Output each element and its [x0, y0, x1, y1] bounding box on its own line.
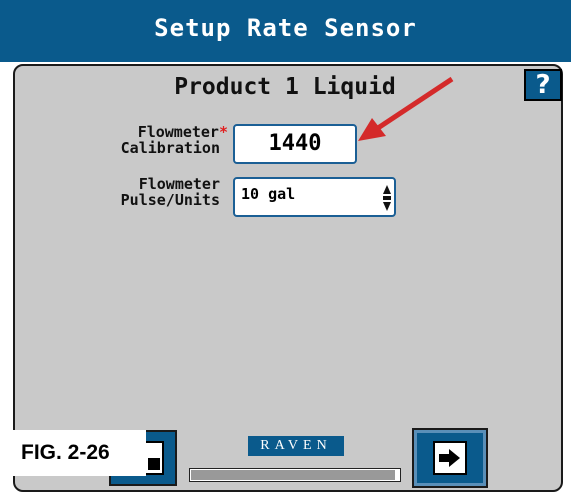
flowmeter-pulse-units-value: 10 gal — [241, 185, 296, 203]
spinner-arrows-icon[interactable] — [382, 183, 392, 213]
product-title: Product 1 Liquid — [174, 74, 396, 100]
figure-label: FIG. 2-26 — [13, 430, 146, 476]
help-button[interactable]: ? — [524, 69, 562, 101]
required-marker: * — [218, 123, 228, 141]
next-page-button[interactable] — [412, 428, 488, 488]
flowmeter-calibration-field[interactable]: 1440 — [233, 124, 357, 164]
flowmeter-calibration-label: Flowmeter* Calibration — [48, 124, 228, 156]
flowmeter-pulse-units-select[interactable]: 10 gal — [233, 177, 396, 217]
title-bar: Setup Rate Sensor — [0, 0, 571, 62]
progress-fill — [191, 470, 395, 480]
flowmeter-pulse-units-label-line2: Pulse/Units — [120, 191, 220, 209]
help-icon: ? — [535, 70, 551, 100]
next-page-icon — [433, 441, 467, 475]
flowmeter-pulse-units-label: Flowmeter Pulse/Units — [48, 176, 220, 208]
raven-logo: RAVEN — [248, 436, 344, 456]
page-title: Setup Rate Sensor — [154, 14, 417, 42]
flowmeter-calibration-label-line2: Calibration — [120, 139, 220, 157]
progress-bar — [189, 468, 401, 482]
